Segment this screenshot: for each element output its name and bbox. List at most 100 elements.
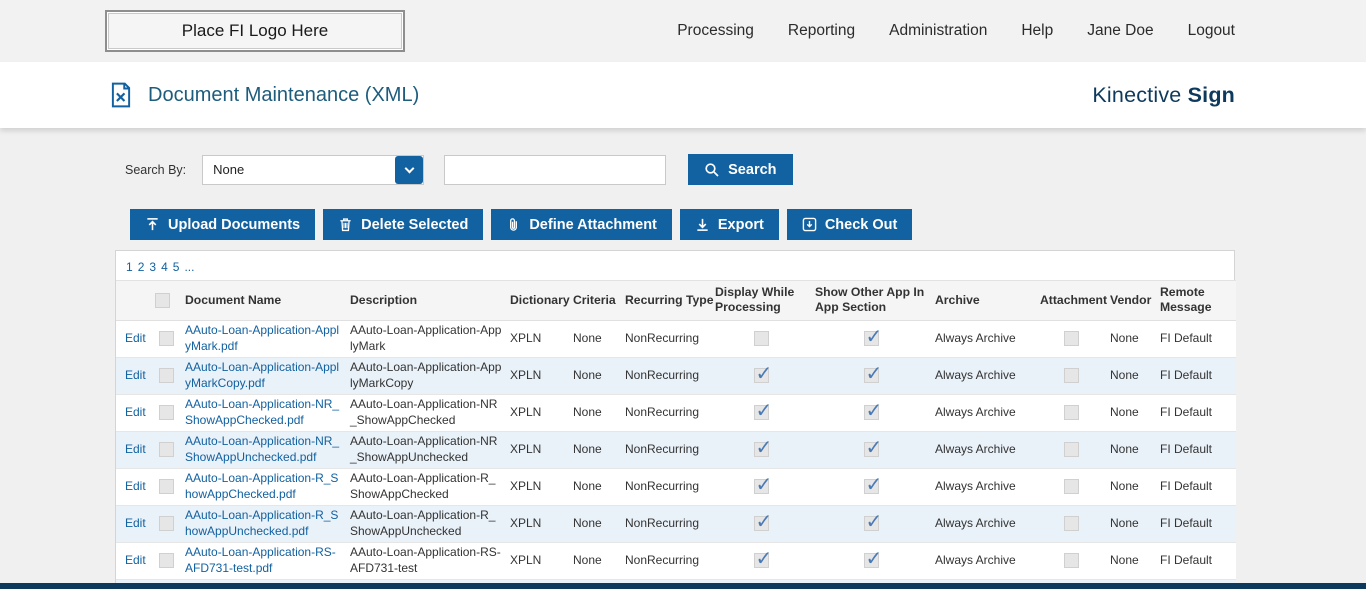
pagination-page-5[interactable]: 5 (173, 260, 180, 274)
main-content: Search By: None Search Upload Documents … (0, 128, 1366, 589)
pagination-page-4[interactable]: 4 (161, 260, 168, 274)
dictionary-cell: XPLN (506, 394, 569, 432)
header-remote-message: Remote Message (1156, 280, 1236, 321)
display-while-processing-checkbox[interactable] (753, 435, 772, 461)
edit-link[interactable]: Edit (125, 368, 146, 382)
edit-link[interactable]: Edit (125, 442, 146, 456)
attachment-checkbox[interactable] (1063, 368, 1079, 384)
attachment-checkbox[interactable] (1063, 331, 1079, 347)
attachment-checkbox[interactable] (1063, 516, 1079, 532)
header-document-name: Document Name (181, 280, 346, 321)
attachment-checkbox[interactable] (1063, 553, 1079, 569)
pagination-page-3[interactable]: 3 (149, 260, 156, 274)
nav-help[interactable]: Help (1021, 22, 1053, 40)
search-row: Search By: None Search (125, 154, 1366, 185)
archive-cell: Always Archive (931, 542, 1036, 580)
remote-message-cell: FI Default (1156, 505, 1236, 543)
dropdown-chevron-button[interactable] (395, 155, 424, 184)
vendor-cell: None (1106, 320, 1156, 358)
chevron-down-icon (404, 163, 415, 173)
footer-bar (0, 583, 1366, 589)
pagination: 1 2 3 4 5... (116, 251, 1234, 280)
pagination-page-2[interactable]: 2 (138, 260, 145, 274)
row-select-checkbox[interactable] (158, 516, 174, 532)
header-criteria: Criteria (569, 280, 621, 321)
show-other-app-checkbox[interactable] (863, 546, 882, 572)
dictionary-cell: XPLN (506, 431, 569, 469)
document-name-link[interactable]: AAuto-Loan-Application-RS-AFD731-test.pd… (185, 545, 336, 575)
document-name-link[interactable]: AAuto-Loan-Application-R_ShowAppUnchecke… (185, 508, 338, 538)
export-button[interactable]: Export (679, 209, 779, 240)
attachment-checkbox[interactable] (1063, 442, 1079, 458)
edit-link[interactable]: Edit (125, 516, 146, 530)
delete-selected-button[interactable]: Delete Selected (323, 209, 484, 240)
archive-cell: Always Archive (931, 357, 1036, 395)
row-select-checkbox[interactable] (158, 553, 174, 569)
brand-logo: Kinective Sign (1092, 83, 1235, 108)
attachment-checkbox[interactable] (1063, 479, 1079, 495)
select-all-checkbox[interactable] (155, 292, 170, 308)
nav-administration[interactable]: Administration (889, 22, 987, 40)
edit-link[interactable]: Edit (125, 405, 146, 419)
search-button[interactable]: Search (688, 154, 793, 185)
document-name-link[interactable]: AAuto-Loan-Application-NR_ShowAppUncheck… (185, 434, 339, 464)
attachment-checkbox[interactable] (1063, 405, 1079, 421)
paperclip-icon (510, 218, 518, 231)
fi-logo-text: Place FI Logo Here (181, 21, 329, 40)
header-dictionary: Dictionary (506, 280, 570, 321)
upload-documents-button[interactable]: Upload Documents (130, 209, 316, 240)
display-while-processing-checkbox[interactable] (753, 361, 772, 387)
nav-user-jane-doe[interactable]: Jane Doe (1087, 22, 1153, 40)
header-description: Description (346, 280, 506, 321)
table-row: Edit AAuto-Loan-Application-R_ShowAppChe… (116, 468, 1236, 506)
display-while-processing-checkbox[interactable] (753, 398, 772, 424)
document-name-link[interactable]: AAuto-Loan-Application-NR_ShowAppChecked… (185, 397, 339, 427)
vendor-cell: None (1106, 357, 1156, 395)
row-select-checkbox[interactable] (158, 368, 174, 384)
nav-logout[interactable]: Logout (1188, 22, 1235, 40)
define-attachment-button[interactable]: Define Attachment (491, 209, 672, 240)
display-while-processing-checkbox[interactable] (753, 546, 772, 572)
show-other-app-checkbox[interactable] (863, 435, 882, 461)
nav-processing[interactable]: Processing (677, 22, 754, 40)
check-out-button[interactable]: Check Out (786, 209, 913, 240)
document-name-link[interactable]: AAuto-Loan-Application-R_ShowAppChecked.… (185, 471, 338, 501)
search-icon (705, 162, 719, 177)
pagination-page-1[interactable]: 1 (126, 260, 133, 274)
remote-message-cell: FI Default (1156, 542, 1236, 580)
show-other-app-checkbox[interactable] (863, 361, 882, 387)
edit-link[interactable]: Edit (125, 553, 146, 567)
top-nav: Processing Reporting Administration Help… (677, 22, 1235, 40)
criteria-cell: None (569, 542, 621, 580)
criteria-cell: None (569, 394, 621, 432)
title-bar: Document Maintenance (XML) Kinective Sig… (0, 62, 1366, 128)
nav-reporting[interactable]: Reporting (788, 22, 855, 40)
search-by-dropdown[interactable]: None (202, 154, 425, 185)
row-select-checkbox[interactable] (158, 405, 174, 421)
document-name-link[interactable]: AAuto-Loan-Application-ApplyMark.pdf (185, 323, 339, 353)
description-cell: AAuto-Loan-Application-R_ShowAppUnchecke… (346, 505, 506, 543)
search-input[interactable] (444, 154, 667, 185)
display-while-processing-checkbox[interactable] (753, 509, 772, 535)
pagination-ellipsis[interactable]: ... (184, 260, 194, 274)
show-other-app-checkbox[interactable] (863, 472, 882, 498)
recurring-type-cell: NonRecurring (621, 542, 711, 580)
display-while-processing-checkbox[interactable] (753, 331, 769, 347)
topbar: Place FI Logo Here Processing Reporting … (0, 0, 1366, 62)
description-cell: AAuto-Loan-Application-R_ShowAppChecked (346, 468, 506, 506)
document-name-link[interactable]: AAuto-Loan-Application-ApplyMarkCopy.pdf (185, 360, 339, 390)
row-select-checkbox[interactable] (158, 331, 174, 347)
show-other-app-checkbox[interactable] (863, 509, 882, 535)
edit-link[interactable]: Edit (125, 479, 146, 493)
row-select-checkbox[interactable] (158, 479, 174, 495)
show-other-app-checkbox[interactable] (863, 398, 882, 424)
dictionary-cell: XPLN (506, 357, 569, 395)
show-other-app-checkbox[interactable] (863, 324, 882, 350)
description-cell: AAuto-Loan-Application-NR_ShowAppUncheck… (346, 431, 506, 469)
row-select-checkbox[interactable] (158, 442, 174, 458)
archive-cell: Always Archive (931, 431, 1036, 469)
display-while-processing-checkbox[interactable] (753, 472, 772, 498)
dropdown-selected-value: None (213, 162, 245, 177)
edit-link[interactable]: Edit (125, 331, 146, 345)
trash-icon (340, 218, 351, 232)
